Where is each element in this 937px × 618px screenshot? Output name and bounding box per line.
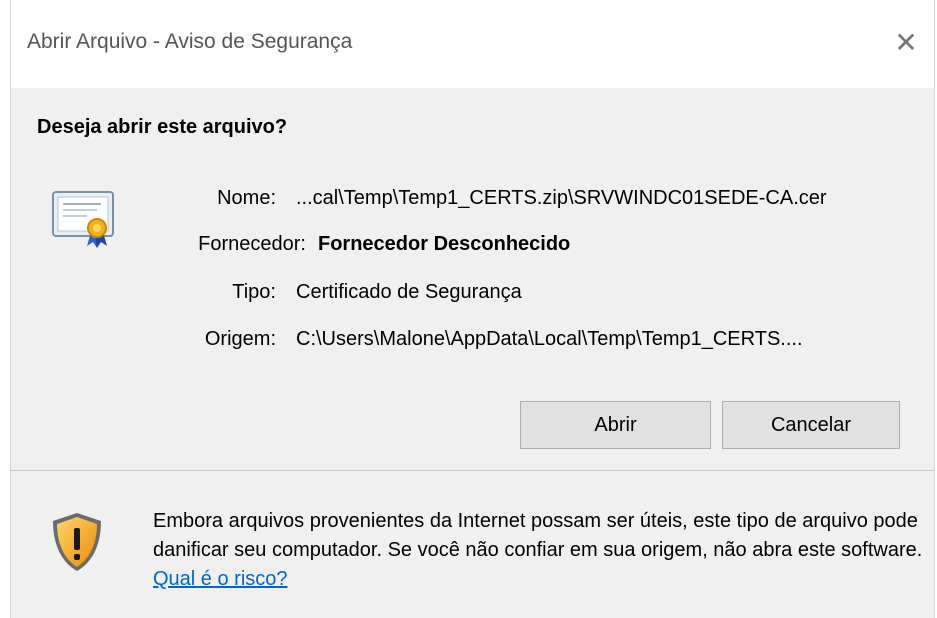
publisher-label: Fornecedor: <box>198 233 306 255</box>
risk-link[interactable]: Qual é o risco? <box>153 568 288 590</box>
close-button[interactable]: ✕ <box>886 22 926 62</box>
publisher-value: Fornecedor Desconhecido <box>318 233 571 255</box>
warning-text: Embora arquivos provenientes da Internet… <box>153 510 923 561</box>
window-title: Abrir Arquivo - Aviso de Segurança <box>27 30 353 53</box>
origin-value: C:\Users\Malone\AppData\Local\Temp\Temp1… <box>296 328 803 350</box>
warning-message: Embora arquivos provenientes da Internet… <box>153 507 923 594</box>
type-label: Tipo: <box>232 281 276 303</box>
cancel-button[interactable]: Cancelar <box>722 401 900 449</box>
section-divider <box>11 470 934 471</box>
title-bar: Abrir Arquivo - Aviso de Segurança ✕ <box>11 0 934 88</box>
certificate-icon <box>52 191 114 248</box>
origin-label: Origem: <box>204 328 276 350</box>
shield-warning-icon <box>53 513 101 571</box>
security-warning-dialog: Abrir Arquivo - Aviso de Segurança ✕ Des… <box>10 0 935 618</box>
open-button[interactable]: Abrir <box>520 401 711 449</box>
type-value: Certificado de Segurança <box>296 281 522 303</box>
name-value: ...cal\Temp\Temp1_CERTS.zip\SRVWINDC01SE… <box>296 187 827 209</box>
close-icon: ✕ <box>894 26 918 58</box>
name-label: Nome: <box>217 187 276 209</box>
dialog-question: Deseja abrir este arquivo? <box>37 116 288 138</box>
